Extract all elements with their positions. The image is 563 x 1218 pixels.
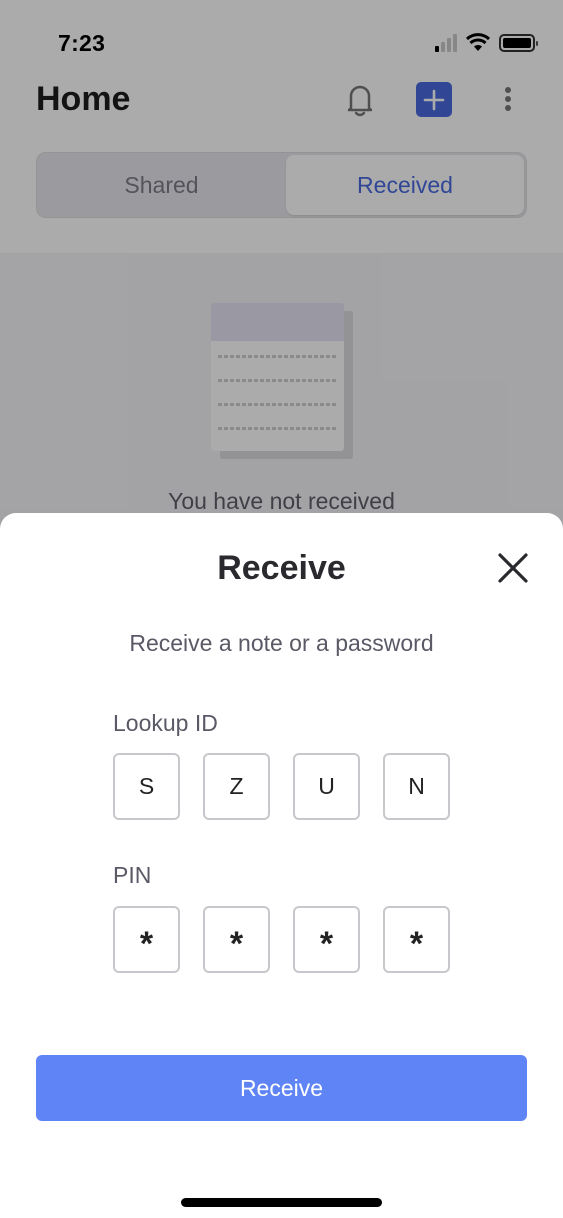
pin-label: PIN xyxy=(113,862,152,888)
pin-digit-1[interactable]: * xyxy=(113,906,180,973)
home-indicator[interactable] xyxy=(181,1198,382,1207)
lookup-char-3[interactable]: U xyxy=(293,753,360,820)
pin-digit-3[interactable]: * xyxy=(293,906,360,973)
sheet-subtitle: Receive a note or a password xyxy=(129,630,434,656)
pin-digit-4[interactable]: * xyxy=(383,906,450,973)
lookup-id-input: S Z U N xyxy=(113,753,451,820)
lookup-char-1[interactable]: S xyxy=(113,753,180,820)
lookup-char-4[interactable]: N xyxy=(383,753,450,820)
receive-button[interactable]: Receive xyxy=(36,1055,527,1121)
sheet-title: Receive xyxy=(217,549,346,587)
pin-digit-2[interactable]: * xyxy=(203,906,270,973)
pin-input: * * * * xyxy=(113,906,451,973)
lookup-id-label: Lookup ID xyxy=(113,710,218,736)
close-icon[interactable] xyxy=(494,549,532,587)
receive-sheet: Receive Receive a note or a password Loo… xyxy=(0,513,563,1218)
lookup-char-2[interactable]: Z xyxy=(203,753,270,820)
